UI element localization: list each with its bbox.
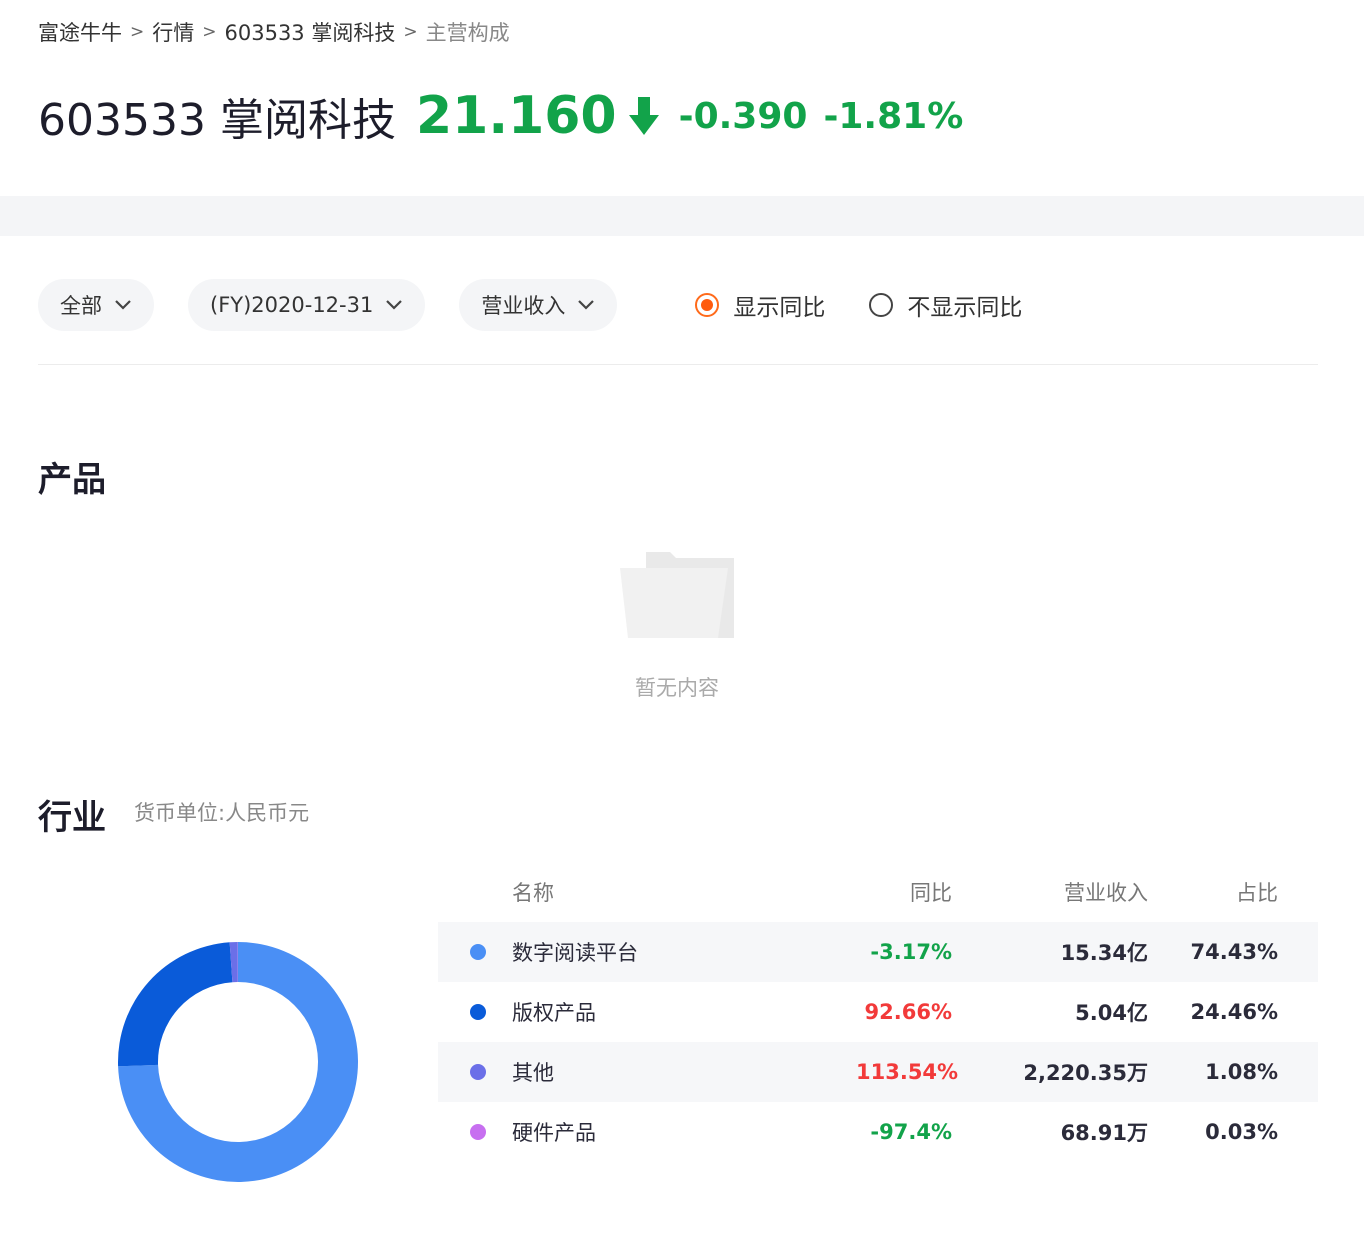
- period-select-value: (FY)2020-12-31: [210, 293, 374, 317]
- empty-folder-icon: [620, 552, 734, 638]
- stock-name: 603533 掌阅科技: [38, 95, 396, 146]
- chevron-down-icon: [578, 300, 595, 310]
- row-share: 1.08%: [1205, 1060, 1278, 1084]
- row-name: 其他: [512, 1061, 554, 1085]
- stock-price: 21.160: [415, 86, 617, 146]
- product-section-title: 产品: [38, 460, 106, 500]
- price-change: -0.390: [678, 95, 808, 137]
- row-revenue: 15.34亿: [1060, 941, 1148, 965]
- table-row[interactable]: 版权产品 92.66% 5.04亿 24.46%: [438, 982, 1318, 1042]
- price-change-percent: -1.81%: [823, 95, 964, 137]
- row-name: 数字阅读平台: [512, 941, 638, 965]
- row-yoy: 113.54%: [856, 1060, 959, 1084]
- breadcrumb-item-stock[interactable]: 603533 掌阅科技: [225, 17, 396, 47]
- filter-bar: 全部 (FY)2020-12-31 营业收入 显示同比 不显示同比: [38, 278, 1022, 332]
- metric-select-value: 营业收入: [481, 294, 566, 318]
- row-revenue: 5.04亿: [1075, 1001, 1148, 1025]
- table-row[interactable]: 数字阅读平台 -3.17% 15.34亿 74.43%: [438, 922, 1318, 982]
- breadcrumb-item-market[interactable]: 行情: [152, 17, 194, 47]
- hide-yoy-radio[interactable]: 不显示同比: [869, 288, 1022, 322]
- header-yoy: 同比: [910, 881, 952, 905]
- hide-yoy-label: 不显示同比: [907, 295, 1023, 321]
- breadcrumb-item-home[interactable]: 富途牛牛: [38, 17, 122, 47]
- period-select[interactable]: (FY)2020-12-31: [188, 279, 426, 331]
- divider: [38, 364, 1318, 365]
- header-revenue: 营业收入: [1064, 881, 1148, 905]
- row-yoy: 92.66%: [864, 1000, 952, 1024]
- industry-section-title: 行业: [38, 798, 106, 838]
- breadcrumb-item-current: 主营构成: [425, 21, 510, 45]
- row-name: 硬件产品: [512, 1121, 596, 1145]
- row-yoy: -3.17%: [870, 940, 952, 964]
- revenue-donut-chart: [118, 942, 358, 1182]
- legend-dot: [470, 1004, 486, 1020]
- header-share: 占比: [1236, 881, 1278, 905]
- row-share: 74.43%: [1190, 940, 1278, 964]
- table-row[interactable]: 其他 113.54% 2,220.35万 1.08%: [438, 1042, 1318, 1102]
- scope-select-value: 全部: [60, 294, 102, 318]
- arrow-down-icon: [628, 97, 659, 135]
- row-share: 0.03%: [1205, 1120, 1278, 1144]
- row-revenue: 68.91万: [1060, 1121, 1148, 1145]
- donut-slice-1[interactable]: [118, 942, 233, 1067]
- industry-table: 名称 同比 营业收入 占比 数字阅读平台 -3.17% 15.34亿 74.43…: [438, 862, 1318, 1162]
- radio-checked-icon: [695, 293, 720, 317]
- show-yoy-label: 显示同比: [733, 295, 826, 321]
- show-yoy-radio[interactable]: 显示同比: [695, 288, 825, 322]
- breadcrumb-separator: >: [130, 22, 145, 42]
- scope-select[interactable]: 全部: [38, 279, 154, 331]
- row-name: 版权产品: [512, 1001, 596, 1025]
- metric-select[interactable]: 营业收入: [459, 279, 618, 331]
- stock-quote: 603533 掌阅科技 21.160 -0.390 -1.81%: [38, 84, 979, 148]
- row-revenue: 2,220.35万: [1023, 1061, 1148, 1085]
- section-separator-band: [0, 196, 1364, 236]
- currency-note: 货币单位:人民币元: [134, 801, 310, 825]
- table-row[interactable]: 硬件产品 -97.4% 68.91万 0.03%: [438, 1102, 1318, 1162]
- header-name: 名称: [512, 881, 554, 905]
- empty-state-text: 暂无内容: [635, 676, 719, 700]
- row-yoy: -97.4%: [870, 1120, 952, 1144]
- legend-dot: [470, 1124, 486, 1140]
- table-header: 名称 同比 营业收入 占比: [438, 862, 1318, 922]
- chevron-down-icon: [115, 300, 131, 310]
- breadcrumb-separator: >: [202, 22, 217, 42]
- radio-unchecked-icon: [869, 293, 894, 317]
- legend-dot: [470, 1064, 486, 1080]
- chevron-down-icon: [386, 300, 403, 310]
- row-share: 24.46%: [1190, 1000, 1278, 1024]
- breadcrumb-separator: >: [403, 22, 418, 42]
- breadcrumb: 富途牛牛 > 行情 > 603533 掌阅科技 > 主营构成: [38, 16, 510, 48]
- legend-dot: [470, 944, 486, 960]
